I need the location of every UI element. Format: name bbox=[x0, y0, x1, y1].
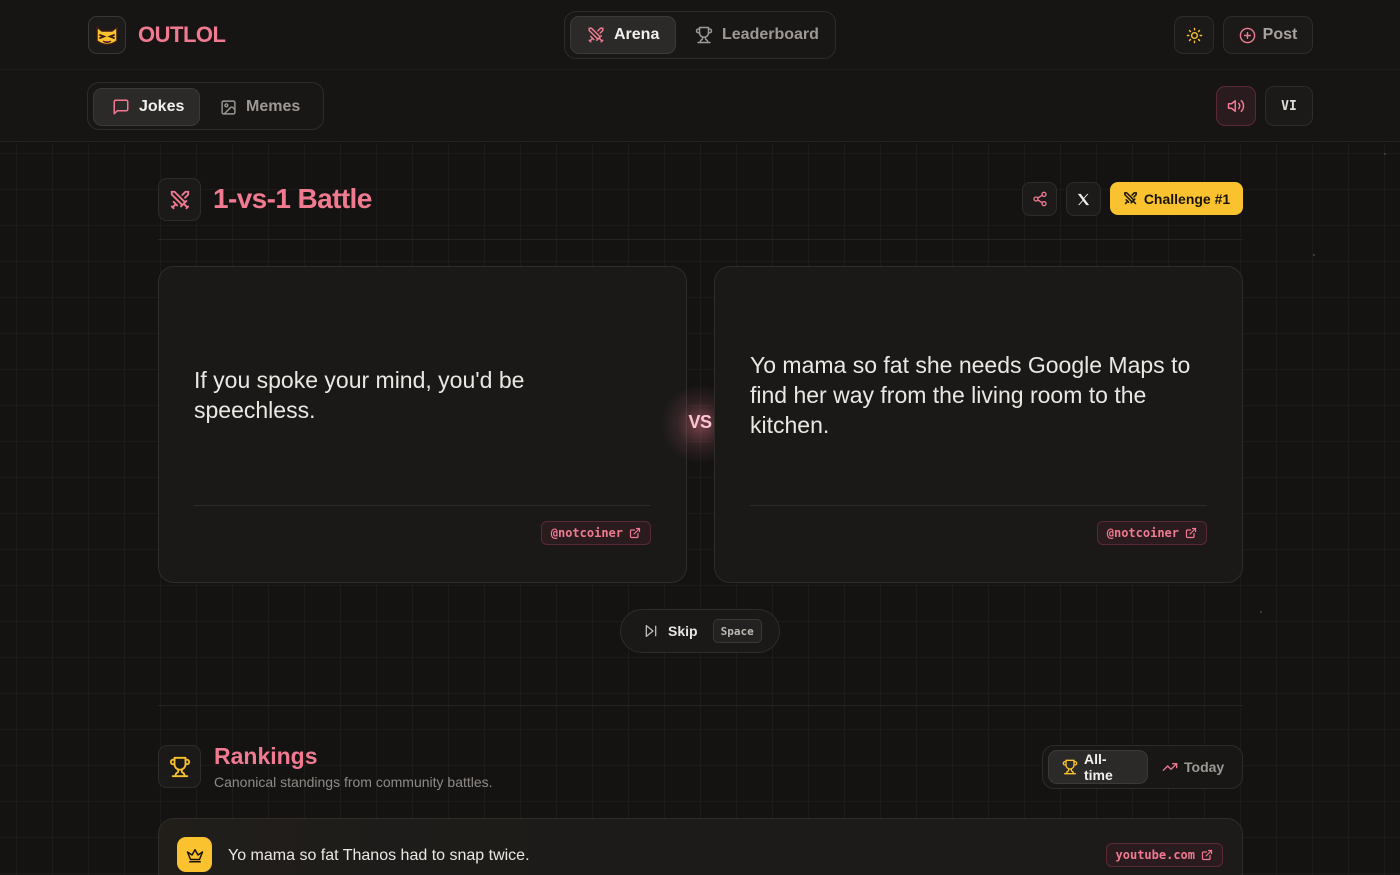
sun-icon bbox=[1186, 27, 1203, 44]
volume-icon bbox=[1227, 97, 1245, 115]
period-all-time[interactable]: All-time bbox=[1048, 750, 1148, 784]
author-link-left[interactable]: @notcoiner bbox=[540, 521, 651, 545]
external-link-icon bbox=[1201, 849, 1213, 861]
joke-card-left[interactable]: If you spoke your mind, you'd be speechl… bbox=[158, 266, 687, 583]
crossed-swords-icon bbox=[1123, 191, 1138, 206]
main-nav: Arena Leaderboard bbox=[564, 11, 836, 59]
external-link-icon bbox=[629, 527, 641, 539]
logo-icon[interactable] bbox=[88, 16, 126, 54]
external-link-icon bbox=[1185, 527, 1197, 539]
battle-title: 1-vs-1 Battle bbox=[213, 183, 372, 214]
brand-name[interactable]: OUTLOL bbox=[138, 22, 226, 48]
background-dot bbox=[1260, 611, 1262, 613]
battle-icon-box bbox=[158, 178, 201, 221]
rankings-subtitle: Canonical standings from community battl… bbox=[214, 774, 493, 790]
language-button[interactable]: VI bbox=[1265, 86, 1313, 126]
author-handle: @notcoiner bbox=[550, 526, 623, 540]
card-divider bbox=[750, 505, 1207, 506]
crown-icon bbox=[177, 837, 212, 872]
tab-memes[interactable]: Memes bbox=[202, 88, 318, 126]
content-type-tabs: Jokes Memes bbox=[87, 82, 324, 130]
ranking-row[interactable]: Yo mama so fat Thanos had to snap twice.… bbox=[158, 818, 1243, 875]
header-row: OUTLOL Arena Leaderboard Post bbox=[0, 0, 1400, 70]
challenge-button[interactable]: Challenge #1 bbox=[1110, 182, 1243, 215]
vs-label: VS bbox=[688, 412, 712, 432]
skip-label: Skip bbox=[668, 623, 698, 639]
trophy-icon bbox=[695, 26, 713, 44]
sound-toggle-button[interactable] bbox=[1216, 86, 1256, 126]
background-dot bbox=[1313, 254, 1315, 256]
tab-memes-label: Memes bbox=[246, 98, 301, 115]
post-button[interactable]: Post bbox=[1223, 16, 1313, 54]
author-link-right[interactable]: @notcoiner bbox=[1096, 521, 1207, 545]
divider bbox=[158, 705, 1243, 706]
message-square-icon bbox=[112, 98, 130, 116]
background-dot bbox=[1384, 153, 1386, 155]
ranking-joke-text: Yo mama so fat Thanos had to snap twice. bbox=[228, 847, 530, 864]
post-label: Post bbox=[1262, 26, 1298, 43]
rankings-icon-box bbox=[158, 745, 201, 788]
author-handle: @notcoiner bbox=[1106, 526, 1179, 540]
crossed-swords-icon bbox=[587, 26, 605, 44]
period-toggle: All-time Today bbox=[1042, 745, 1243, 789]
tab-jokes-label: Jokes bbox=[139, 98, 185, 115]
source-link[interactable]: youtube.com bbox=[1105, 843, 1223, 867]
joke-card-right[interactable]: Yo mama so fat she needs Google Maps to … bbox=[714, 266, 1243, 583]
trending-up-icon bbox=[1162, 759, 1178, 775]
period-all-time-label: All-time bbox=[1084, 751, 1113, 783]
share-on-x-button[interactable] bbox=[1066, 182, 1101, 216]
crossed-swords-icon bbox=[169, 189, 191, 211]
skip-button[interactable]: Skip Space bbox=[620, 609, 780, 653]
top-bar: OUTLOL Arena Leaderboard Post Jokes Meme… bbox=[0, 0, 1400, 142]
skip-shortcut-key: Space bbox=[712, 619, 762, 643]
plus-circle-icon bbox=[1239, 27, 1256, 44]
trophy-icon bbox=[1062, 759, 1078, 775]
source-domain: youtube.com bbox=[1115, 848, 1195, 862]
joke-text-left: If you spoke your mind, you'd be speechl… bbox=[194, 367, 525, 423]
nav-leaderboard[interactable]: Leaderboard bbox=[679, 16, 835, 54]
nav-arena-label: Arena bbox=[614, 26, 660, 43]
share-button[interactable] bbox=[1022, 182, 1057, 216]
trophy-icon bbox=[169, 756, 191, 778]
tab-jokes[interactable]: Jokes bbox=[93, 88, 200, 126]
skip-forward-icon bbox=[643, 623, 659, 639]
theme-toggle-button[interactable] bbox=[1174, 16, 1214, 54]
period-today-label: Today bbox=[1184, 759, 1225, 775]
period-today[interactable]: Today bbox=[1150, 750, 1237, 784]
x-logo-icon bbox=[1076, 192, 1091, 207]
card-divider bbox=[194, 505, 651, 506]
divider bbox=[158, 239, 1243, 240]
rankings-title: Rankings bbox=[214, 743, 318, 769]
challenge-label: Challenge #1 bbox=[1143, 190, 1231, 207]
nav-leaderboard-label: Leaderboard bbox=[722, 26, 819, 43]
joke-text-right: Yo mama so fat she needs Google Maps to … bbox=[750, 352, 1191, 438]
nav-arena[interactable]: Arena bbox=[570, 16, 677, 54]
share-icon bbox=[1032, 191, 1048, 207]
image-icon bbox=[220, 99, 237, 116]
